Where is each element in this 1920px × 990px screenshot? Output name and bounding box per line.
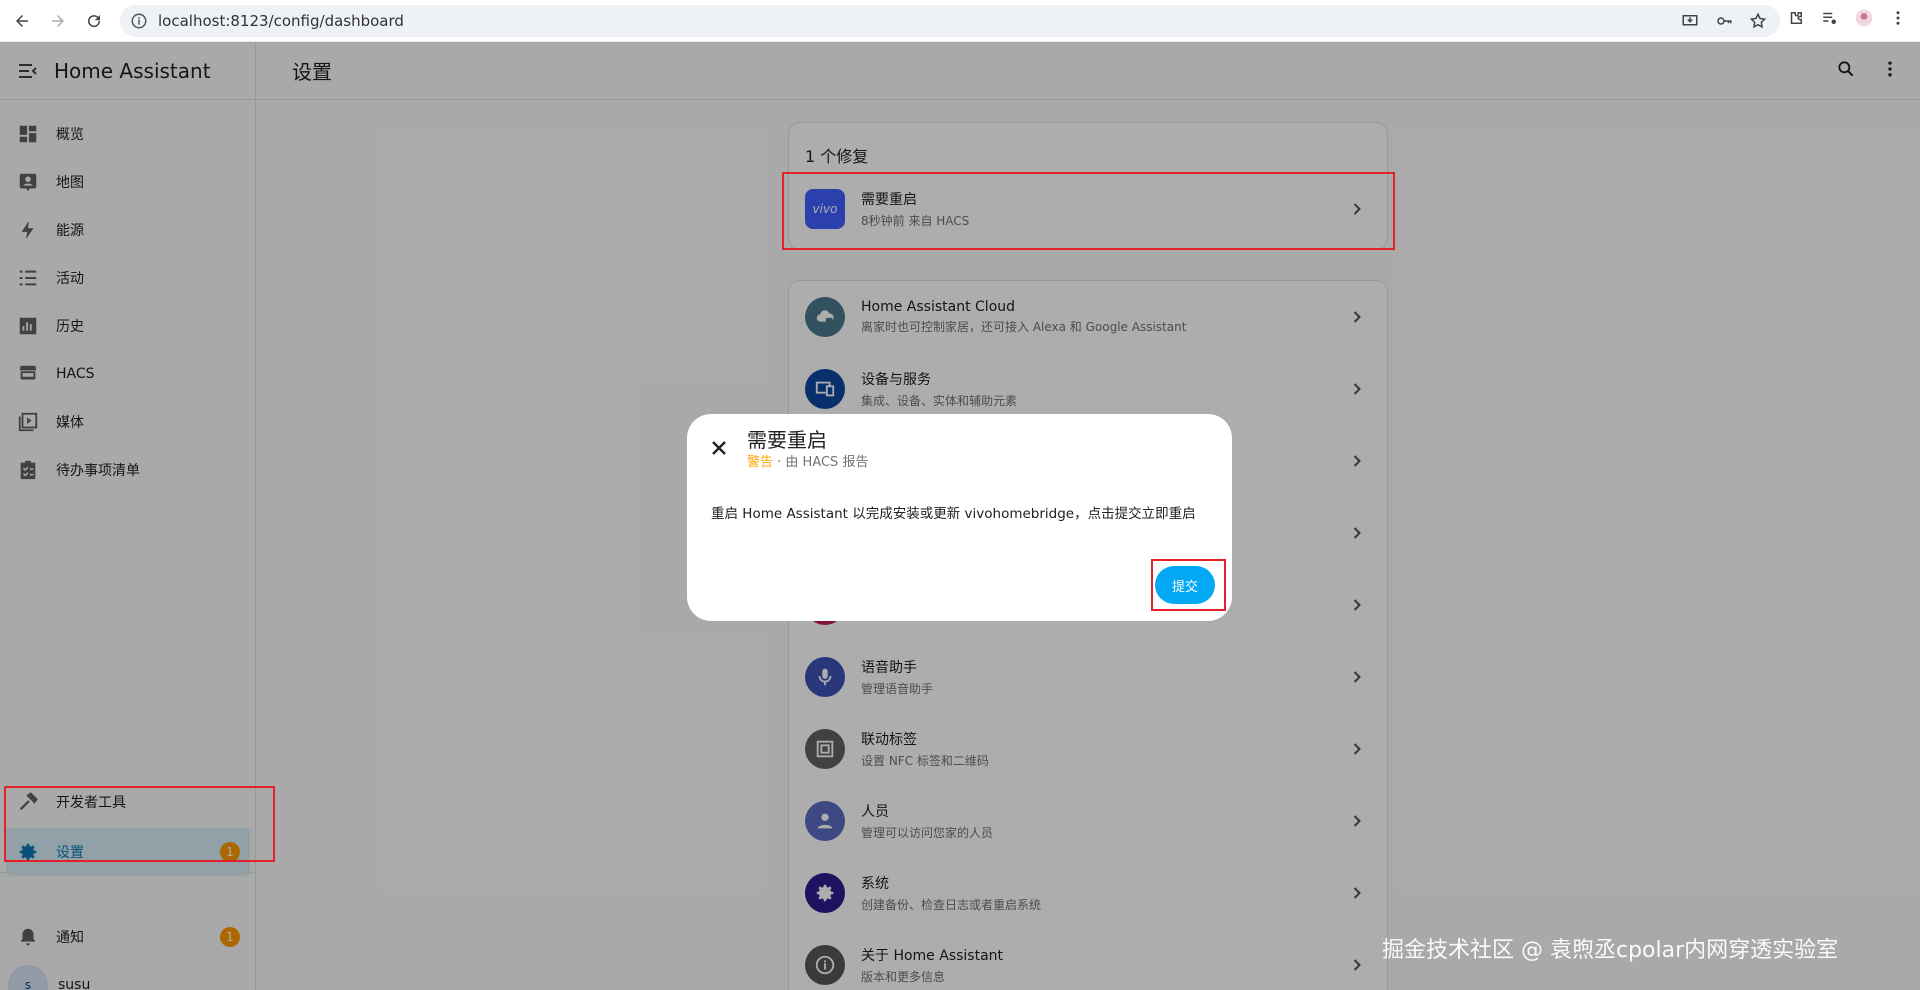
bookmark-star-icon[interactable] [1748, 11, 1768, 31]
watermark-text: 掘金技术社区 @ 袁煦丞cpolar内网穿透实验室 [1382, 938, 1839, 963]
dialog-title: 需要重启 [747, 428, 827, 452]
forward-icon[interactable] [44, 7, 72, 35]
browser-menu-icon[interactable] [1888, 8, 1908, 28]
highlight-repair-item [782, 172, 1395, 250]
password-key-icon[interactable] [1714, 11, 1734, 31]
browser-toolbar: localhost:8123/config/dashboard [0, 0, 1920, 42]
media-control-icon[interactable] [1820, 8, 1840, 28]
back-icon[interactable] [8, 7, 36, 35]
dialog-source: · 由 HACS 报告 [773, 455, 869, 470]
close-icon[interactable] [707, 436, 731, 460]
dialog-body: 重启 Home Assistant 以完成安装或更新 vivohomebridg… [711, 506, 1196, 522]
address-bar[interactable]: localhost:8123/config/dashboard [120, 5, 1780, 37]
site-info-icon[interactable] [130, 12, 148, 30]
dialog-subtitle: 警告 · 由 HACS 报告 [747, 451, 868, 470]
highlight-submit [1151, 559, 1226, 611]
extensions-icon[interactable] [1786, 8, 1806, 28]
warning-label: 警告 [747, 455, 774, 470]
url-text[interactable]: localhost:8123/config/dashboard [158, 12, 404, 30]
reload-icon[interactable] [80, 7, 108, 35]
profile-avatar-icon[interactable] [1854, 8, 1874, 28]
highlight-settings [4, 786, 275, 862]
install-app-icon[interactable] [1680, 11, 1700, 31]
